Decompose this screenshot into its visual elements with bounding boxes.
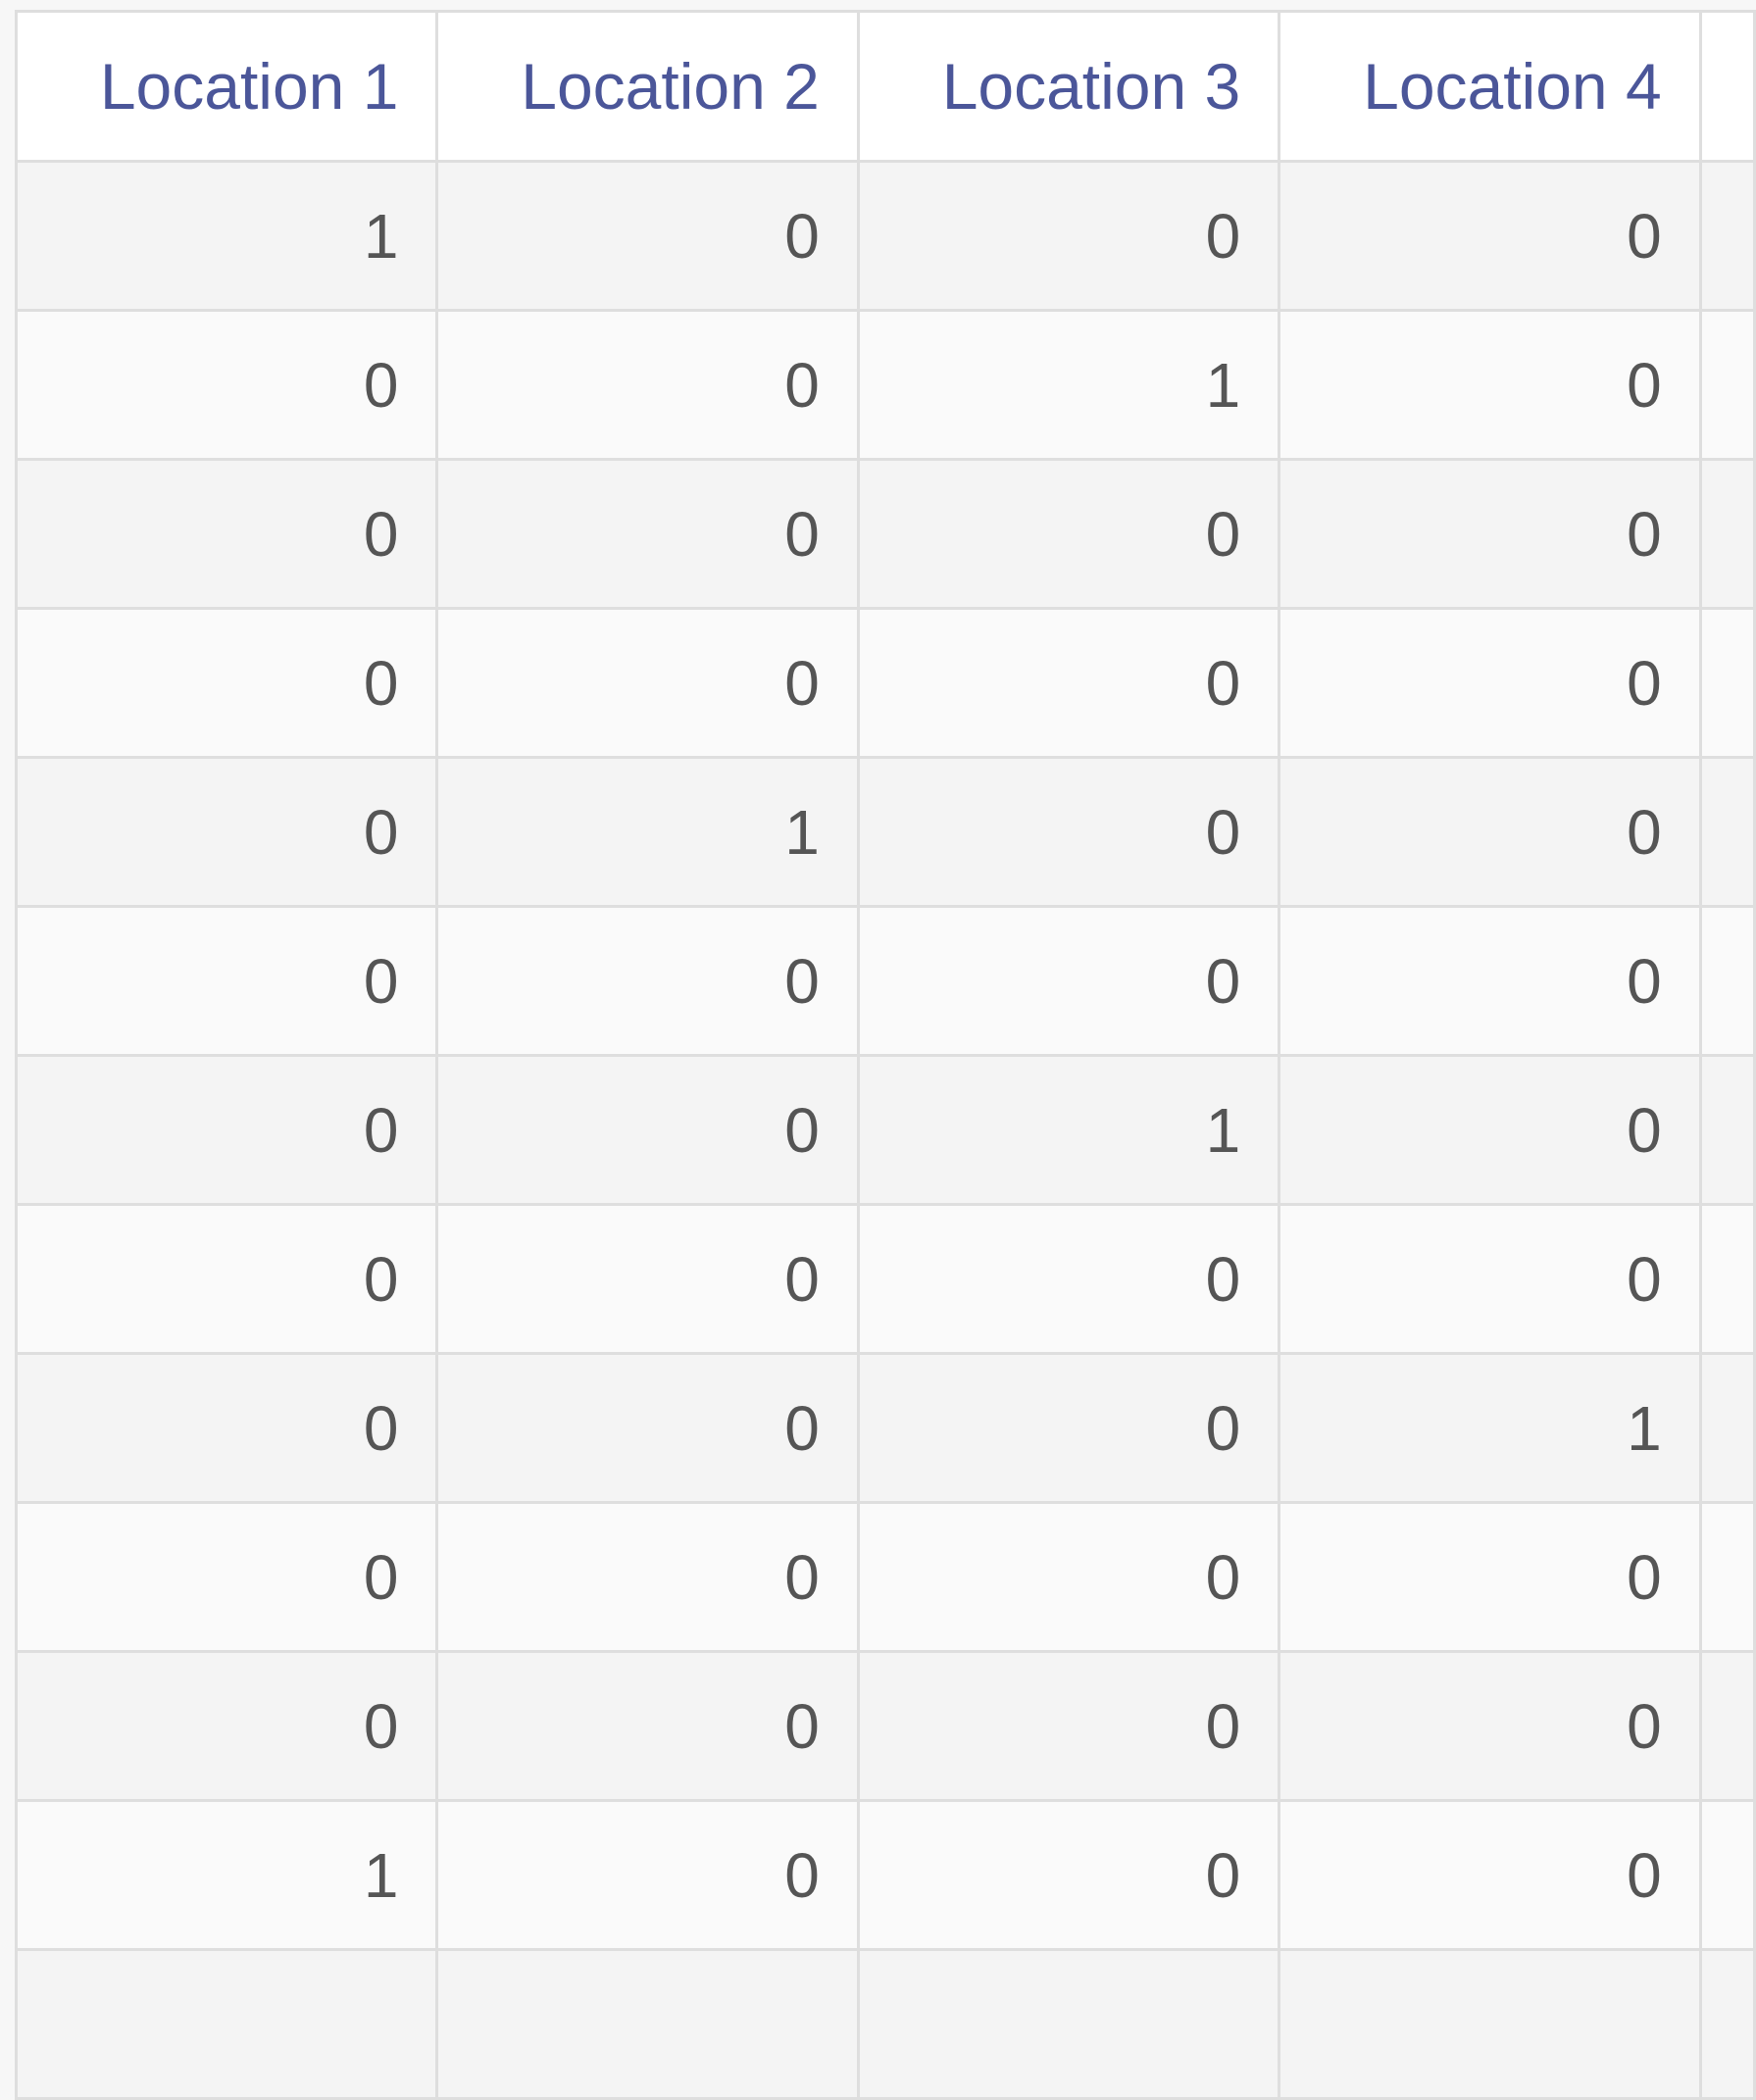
table-cell-location-1[interactable]: 0 bbox=[14, 1203, 439, 1355]
column-header-location-1[interactable]: Location 1 bbox=[14, 10, 439, 163]
table-cell-offscreen[interactable] bbox=[1698, 607, 1756, 759]
table-cell-offscreen[interactable] bbox=[1698, 1352, 1756, 1504]
column-header-location-2[interactable]: Location 2 bbox=[435, 10, 860, 163]
table-cell-offscreen[interactable] bbox=[1698, 1799, 1756, 1951]
table-row: 0000 bbox=[14, 1501, 1756, 1653]
table-cell-location-4[interactable]: 0 bbox=[1278, 1799, 1702, 1951]
table-cell-location-3[interactable]: 1 bbox=[856, 1054, 1281, 1206]
table-cell-location-3[interactable]: 0 bbox=[856, 1650, 1281, 1802]
column-header-location-4[interactable]: Location 4 bbox=[1278, 10, 1702, 163]
table-cell-location-1[interactable]: 0 bbox=[14, 309, 439, 461]
table-cell-location-3[interactable]: 0 bbox=[856, 905, 1281, 1057]
table-cell-location-4[interactable]: 0 bbox=[1278, 756, 1702, 908]
table-row: 1000 bbox=[14, 160, 1756, 312]
table-cell-offscreen[interactable] bbox=[1698, 1650, 1756, 1802]
table-row: 0000 bbox=[14, 458, 1756, 610]
table-cell-location-2[interactable]: 0 bbox=[435, 1650, 860, 1802]
table-cell-location-3[interactable]: 0 bbox=[856, 458, 1281, 610]
table-cell-location-1[interactable]: 0 bbox=[14, 1352, 439, 1504]
table-cell-location-3[interactable] bbox=[856, 1948, 1281, 2100]
table-row: 0010 bbox=[14, 309, 1756, 461]
table-row: 0100 bbox=[14, 756, 1756, 908]
table-cell-location-2[interactable]: 0 bbox=[435, 1054, 860, 1206]
table-row: 1000 bbox=[14, 1799, 1756, 1951]
table-cell-location-2[interactable]: 0 bbox=[435, 160, 860, 312]
table-cell-location-4[interactable]: 0 bbox=[1278, 1501, 1702, 1653]
table-cell-location-2[interactable]: 0 bbox=[435, 1799, 860, 1951]
table-row: 0000 bbox=[14, 607, 1756, 759]
table-cell-offscreen[interactable] bbox=[1698, 1203, 1756, 1355]
table-cell-location-4[interactable]: 0 bbox=[1278, 458, 1702, 610]
table-cell-location-1[interactable] bbox=[14, 1948, 439, 2100]
location-table: Location 1 Location 2 Location 3 Locatio… bbox=[14, 10, 1756, 2100]
table-cell-location-2[interactable]: 0 bbox=[435, 309, 860, 461]
data-grid: Location 1 Location 2 Location 3 Locatio… bbox=[14, 10, 1756, 2100]
table-cell-offscreen[interactable] bbox=[1698, 1054, 1756, 1206]
table-cell-location-1[interactable]: 0 bbox=[14, 1054, 439, 1206]
table-cell-location-2[interactable]: 0 bbox=[435, 1203, 860, 1355]
table-cell-location-3[interactable]: 0 bbox=[856, 1352, 1281, 1504]
table-cell-location-3[interactable]: 0 bbox=[856, 1799, 1281, 1951]
table-cell-location-3[interactable]: 0 bbox=[856, 756, 1281, 908]
table-cell-location-1[interactable]: 1 bbox=[14, 160, 439, 312]
table-row bbox=[14, 1948, 1756, 2100]
table-cell-location-3[interactable]: 0 bbox=[856, 607, 1281, 759]
table-row: 0000 bbox=[14, 905, 1756, 1057]
table-cell-offscreen[interactable] bbox=[1698, 160, 1756, 312]
table-cell-location-4[interactable]: 0 bbox=[1278, 1203, 1702, 1355]
table-cell-location-3[interactable]: 0 bbox=[856, 1501, 1281, 1653]
table-cell-location-4[interactable]: 0 bbox=[1278, 1054, 1702, 1206]
table-cell-location-2[interactable]: 0 bbox=[435, 1352, 860, 1504]
table-row: 0000 bbox=[14, 1650, 1756, 1802]
table-cell-location-2[interactable]: 1 bbox=[435, 756, 860, 908]
table-cell-location-1[interactable]: 0 bbox=[14, 1501, 439, 1653]
table-cell-location-2[interactable]: 0 bbox=[435, 1501, 860, 1653]
table-cell-location-4[interactable]: 1 bbox=[1278, 1352, 1702, 1504]
table-cell-location-2[interactable]: 0 bbox=[435, 905, 860, 1057]
table-cell-offscreen[interactable] bbox=[1698, 458, 1756, 610]
column-header-location-3[interactable]: Location 3 bbox=[856, 10, 1281, 163]
table-cell-location-2[interactable]: 0 bbox=[435, 607, 860, 759]
table-cell-offscreen[interactable] bbox=[1698, 756, 1756, 908]
table-cell-location-1[interactable]: 0 bbox=[14, 905, 439, 1057]
table-cell-location-4[interactable]: 0 bbox=[1278, 1650, 1702, 1802]
table-cell-location-4[interactable]: 0 bbox=[1278, 160, 1702, 312]
table-cell-location-1[interactable]: 1 bbox=[14, 1799, 439, 1951]
table-cell-location-4[interactable]: 0 bbox=[1278, 905, 1702, 1057]
table-cell-location-3[interactable]: 0 bbox=[856, 1203, 1281, 1355]
table-cell-location-4[interactable] bbox=[1278, 1948, 1702, 2100]
table-cell-location-4[interactable]: 0 bbox=[1278, 607, 1702, 759]
table-cell-location-1[interactable]: 0 bbox=[14, 607, 439, 759]
table-cell-location-1[interactable]: 0 bbox=[14, 1650, 439, 1802]
table-cell-offscreen[interactable] bbox=[1698, 905, 1756, 1057]
table-row: 0001 bbox=[14, 1352, 1756, 1504]
table-cell-offscreen[interactable] bbox=[1698, 1501, 1756, 1653]
table-cell-offscreen[interactable] bbox=[1698, 309, 1756, 461]
table-row: 0010 bbox=[14, 1054, 1756, 1206]
table-row: 0000 bbox=[14, 1203, 1756, 1355]
column-header-offscreen[interactable] bbox=[1698, 10, 1756, 163]
table-cell-location-3[interactable]: 0 bbox=[856, 160, 1281, 312]
table-cell-offscreen[interactable] bbox=[1698, 1948, 1756, 2100]
table-cell-location-3[interactable]: 1 bbox=[856, 309, 1281, 461]
table-cell-location-1[interactable]: 0 bbox=[14, 458, 439, 610]
table-cell-location-1[interactable]: 0 bbox=[14, 756, 439, 908]
table-cell-location-4[interactable]: 0 bbox=[1278, 309, 1702, 461]
header-row: Location 1 Location 2 Location 3 Locatio… bbox=[14, 10, 1756, 163]
table-cell-location-2[interactable] bbox=[435, 1948, 860, 2100]
table-cell-location-2[interactable]: 0 bbox=[435, 458, 860, 610]
